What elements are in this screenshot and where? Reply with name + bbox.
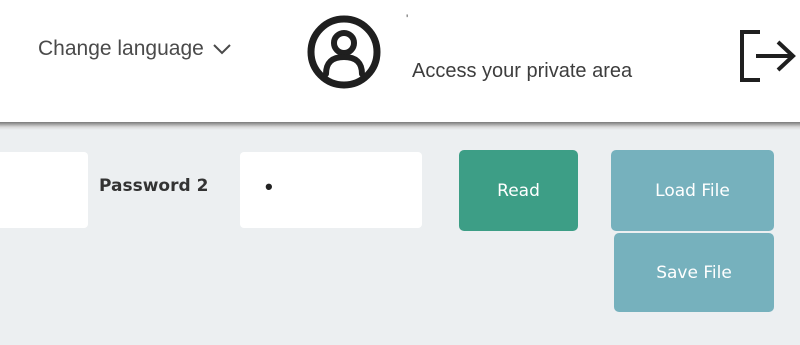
password2-value: • <box>265 174 273 199</box>
change-language-label: Change language <box>38 37 204 60</box>
load-file-button[interactable]: Load File <box>611 150 774 231</box>
logout-icon[interactable] <box>736 26 800 86</box>
user-name: ' <box>406 12 409 26</box>
save-file-button[interactable]: Save File <box>614 233 774 312</box>
user-circle-icon[interactable] <box>304 12 384 92</box>
chevron-down-icon <box>213 44 231 55</box>
password2-input[interactable]: • <box>240 152 422 228</box>
private-area-link[interactable]: Access your private area <box>412 60 632 83</box>
header-divider <box>0 122 800 130</box>
password2-label: Password 2 <box>99 176 209 196</box>
change-language-dropdown[interactable]: Change language <box>38 34 232 64</box>
password1-input[interactable] <box>0 152 88 228</box>
content-panel: Password 2 • Read Load File Save File <box>0 130 800 345</box>
read-button[interactable]: Read <box>459 150 578 231</box>
top-header: Change language ' Access your private ar… <box>0 0 800 122</box>
